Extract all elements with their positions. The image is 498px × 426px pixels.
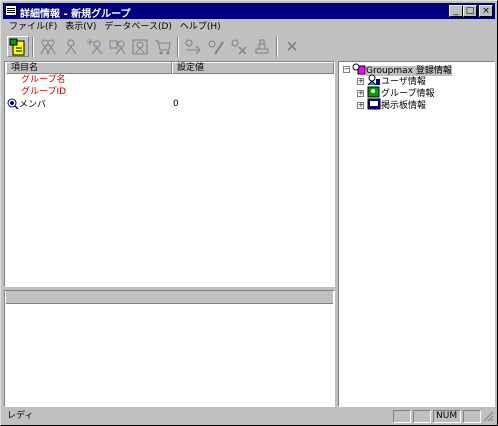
stamp-icon <box>255 39 269 53</box>
title-bar[interactable]: 詳細情報 - 新規グループ _ □ × <box>3 3 495 20</box>
member-label: メンバ <box>19 100 47 110</box>
new-document-button[interactable] <box>7 36 29 57</box>
menu-view[interactable]: 表示(V) <box>61 20 100 34</box>
status-text: レディ <box>7 411 34 421</box>
users-button[interactable] <box>37 36 59 57</box>
edit-icon <box>208 40 224 55</box>
row-group-name[interactable]: グループ名 <box>21 74 65 86</box>
tree-item-bulletin[interactable]: 掲示板情報 <box>367 98 426 112</box>
delete-button[interactable]: ✕ <box>281 36 303 57</box>
user-icon <box>65 39 77 54</box>
status-indicator <box>413 410 431 423</box>
group-user-icon <box>109 40 126 54</box>
menu-file[interactable]: ファイル(F) <box>5 20 61 34</box>
group-grid-button[interactable] <box>129 36 151 57</box>
row-group-id[interactable]: グループID <box>21 86 66 98</box>
toolbar-separator <box>32 37 34 57</box>
toolbar-separator <box>276 37 278 57</box>
tree-toggle-root[interactable]: − <box>343 66 350 73</box>
main-window: 詳細情報 - 新規グループ _ □ × ファイル(F) 表示(V) データベース(D… <box>0 0 498 426</box>
bulletin-icon <box>367 98 381 110</box>
tree-toggle-groups[interactable]: + <box>357 90 364 97</box>
menu-help[interactable]: ヘルプ(H) <box>176 20 225 34</box>
tree-view[interactable]: − Groupmax 登録情報 + ユーザ情報 + グループ情報 + 掲示板情報 <box>338 61 495 407</box>
group-user-button[interactable] <box>106 36 128 57</box>
status-indicator <box>463 410 481 423</box>
delete-icon: ✕ <box>285 37 299 56</box>
cart-button[interactable] <box>152 36 174 57</box>
transfer-button[interactable] <box>182 36 204 57</box>
groupmax-icon <box>352 63 366 75</box>
remove-button[interactable] <box>228 36 250 57</box>
group-grid-icon <box>132 39 148 54</box>
user-button[interactable] <box>60 36 82 57</box>
member-icon <box>7 98 19 110</box>
resize-grip[interactable] <box>483 411 494 422</box>
status-bar: レディ NUM <box>3 408 495 424</box>
tree-item-bulletin-label: 掲示板情報 <box>381 101 427 111</box>
menu-bar: ファイル(F) 表示(V) データベース(D) ヘルプ(H) <box>5 20 225 34</box>
group-info-icon <box>367 86 380 98</box>
user-info-icon <box>367 74 380 86</box>
users-icon <box>40 39 56 54</box>
member-list[interactable] <box>4 290 335 407</box>
cart-icon <box>155 40 171 54</box>
detail-list[interactable]: 項目名 設定値 グループ名 グループID メンバ 0 <box>4 61 335 287</box>
app-icon[interactable] <box>5 5 17 16</box>
add-user-button[interactable] <box>83 36 105 57</box>
remove-icon <box>231 39 247 55</box>
tree-toggle-users[interactable]: + <box>357 78 364 85</box>
status-indicator <box>393 410 411 423</box>
tree-toggle-bulletin[interactable]: + <box>357 102 364 109</box>
toolbar-separator <box>177 37 179 57</box>
edit-button[interactable] <box>205 36 227 57</box>
resize-grip-icon <box>483 411 494 422</box>
window-title: 詳細情報 - 新規グループ <box>20 9 131 20</box>
new-document-icon <box>9 38 25 55</box>
member-list-header <box>6 291 333 304</box>
minimize-button[interactable]: _ <box>449 5 463 17</box>
stamp-button[interactable] <box>251 36 273 57</box>
close-button[interactable]: × <box>479 5 493 17</box>
row-member[interactable]: メンバ <box>7 98 46 110</box>
transfer-icon <box>185 39 201 54</box>
menu-database[interactable]: データベース(D) <box>100 20 176 34</box>
maximize-button[interactable]: □ <box>463 5 477 17</box>
member-count: 0 <box>173 99 179 109</box>
column-header-name[interactable]: 項目名 <box>6 62 172 74</box>
num-lock-indicator: NUM <box>433 410 461 423</box>
add-user-icon <box>87 38 103 54</box>
column-header-value[interactable]: 設定値 <box>172 62 334 74</box>
